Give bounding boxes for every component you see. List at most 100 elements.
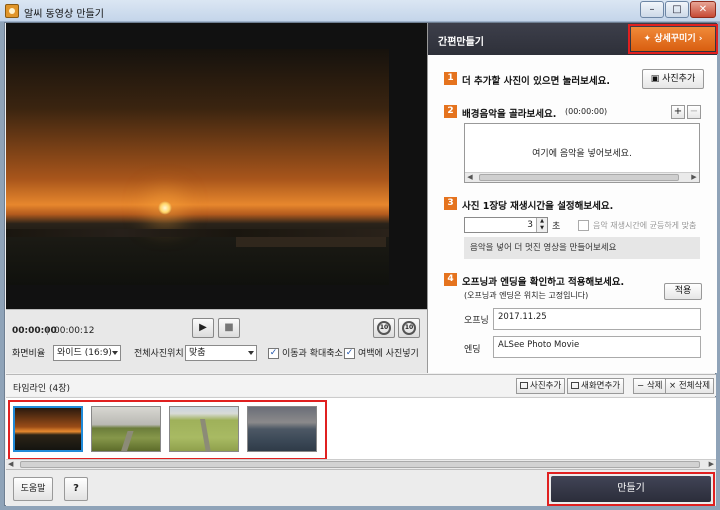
easy-make-panel: 간편만들기 ✦ 상세꾸미기 › 1 더 추가할 사진이 있으면 눌러보세요. ▣… xyxy=(427,23,718,373)
ratio-select-value: 와이드 (16:9) xyxy=(57,348,112,358)
seconds-value: 3 xyxy=(527,220,533,230)
seconds-unit: 초 xyxy=(552,222,561,232)
step-2-number: 2 xyxy=(444,105,457,118)
margin-photo-label: 여백에 사진넣기 xyxy=(358,349,419,359)
photo-path xyxy=(200,419,211,451)
ratio-select[interactable]: 와이드 (16:9) xyxy=(53,345,121,361)
timeline-photo-1[interactable] xyxy=(13,406,83,452)
step-3-label: 사진 1장당 재생시간을 설정해보세요. xyxy=(462,201,614,212)
chevron-down-icon xyxy=(112,351,118,355)
detail-edit-button[interactable]: ✦ 상세꾸미기 › xyxy=(631,27,715,51)
scroll-right-icon: ▶ xyxy=(708,460,714,468)
step-1-label: 더 추가할 사진이 있으면 눌러보세요. xyxy=(462,76,610,87)
add-photo-button[interactable]: ▣ 사진추가 xyxy=(642,69,704,89)
ending-label: 엔딩 xyxy=(464,345,481,355)
minus-icon: − xyxy=(637,381,647,391)
timeline-thumbnails xyxy=(6,397,716,460)
chevron-down-icon xyxy=(248,351,254,355)
footer: 도움말 ? 만들기 xyxy=(6,469,716,506)
preview-screen xyxy=(6,23,427,309)
photo-path xyxy=(120,431,134,451)
rewind-icon: 10 xyxy=(377,321,391,335)
screen-icon xyxy=(571,382,579,389)
add-music-button[interactable]: + xyxy=(671,105,685,119)
panel-header: 간편만들기 ✦ 상세꾸미기 › xyxy=(428,23,718,55)
fit-music-checkbox[interactable] xyxy=(578,220,589,231)
play-button[interactable]: ▶ xyxy=(192,318,214,338)
delete-all-button[interactable]: × 전체삭제 xyxy=(665,378,715,394)
chevron-right-icon: › xyxy=(695,34,703,44)
music-duration: (00:00:00) xyxy=(565,107,608,116)
preview-panel: 00:00:00 | 00:00:12 ▶ ■ 10 10 화면비율 와이드 (… xyxy=(6,23,427,373)
photo-icon xyxy=(520,382,528,389)
apply-button[interactable]: 적용 xyxy=(664,283,702,300)
scroll-right-icon: ▶ xyxy=(691,173,697,181)
help-button[interactable]: 도움말 xyxy=(13,477,53,501)
rewind-10-button[interactable]: 10 xyxy=(373,318,395,338)
maximize-button[interactable]: □ xyxy=(665,1,689,18)
wand-icon: ✦ xyxy=(643,34,655,44)
scroll-left-icon: ◀ xyxy=(467,173,473,181)
timeline-photo-3[interactable] xyxy=(169,406,239,452)
margin-photo-checkbox[interactable]: ✓ xyxy=(344,348,355,359)
timeline-add-photo-label: 사진추가 xyxy=(530,381,562,391)
panel-title: 간편만들기 xyxy=(438,37,484,48)
make-button[interactable]: 만들기 xyxy=(551,476,711,502)
scroll-thumb[interactable] xyxy=(20,461,700,468)
seconds-stepper[interactable]: 3 ▲ ▼ xyxy=(464,217,548,233)
timeline-toolbar: 타임라인 (4장) 사진추가 새화면추가 − 삭제 × 전체삭제 xyxy=(6,374,716,396)
new-screen-button[interactable]: 새화면추가 xyxy=(567,378,625,394)
move-zoom-label: 이동과 확대축소 xyxy=(282,349,343,359)
stop-button[interactable]: ■ xyxy=(218,318,240,338)
ratio-label: 화면비율 xyxy=(12,349,46,359)
total-time: 00:00:12 xyxy=(54,326,95,336)
detail-edit-label: 상세꾸미기 xyxy=(654,34,696,44)
question-button[interactable]: ? xyxy=(64,477,88,501)
fit-music-label: 음악 재생시간에 균등하게 맞춤 xyxy=(593,221,697,230)
add-photo-icon: ▣ xyxy=(650,74,663,84)
horizon xyxy=(6,229,389,237)
scroll-left-icon: ◀ xyxy=(8,460,14,468)
new-screen-label: 새화면추가 xyxy=(581,381,621,391)
remove-music-button[interactable]: − xyxy=(687,105,701,119)
app-icon xyxy=(5,4,19,18)
preview-photo-sunset xyxy=(6,49,389,285)
preview-controls: 00:00:00 | 00:00:12 ▶ ■ 10 10 화면비율 와이드 (… xyxy=(6,309,427,373)
move-zoom-checkbox[interactable]: ✓ xyxy=(268,348,279,359)
step-4-number: 4 xyxy=(444,273,457,286)
position-select-value: 맞춤 xyxy=(189,348,206,358)
opening-field[interactable]: 2017.11.25 xyxy=(493,308,701,330)
ending-field[interactable]: ALSee Photo Movie xyxy=(493,336,701,358)
delete-all-label: 전체삭제 xyxy=(678,381,711,391)
forward-icon: 10 xyxy=(402,321,416,335)
timeline-photo-4[interactable] xyxy=(247,406,317,452)
water xyxy=(236,237,386,247)
scroll-thumb[interactable] xyxy=(479,174,679,181)
timeline-photo-2[interactable] xyxy=(91,406,161,452)
current-time: 00:00:00 xyxy=(12,326,57,336)
music-list[interactable]: 여기에 음악을 넣어보세요. ◀ ▶ xyxy=(464,123,700,183)
step-1-number: 1 xyxy=(444,72,457,85)
timeline-scrollbar[interactable]: ◀ ▶ xyxy=(6,459,716,469)
music-placeholder: 여기에 음악을 넣어보세요. xyxy=(532,149,632,159)
step-4-sublabel: (오프닝과 엔딩은 위치는 고정입니다) xyxy=(464,291,589,300)
timeline-title: 타임라인 (4장) xyxy=(13,384,71,394)
delete-label: 삭제 xyxy=(646,381,663,391)
step-3-number: 3 xyxy=(444,197,457,210)
step-2-label: 배경음악을 골라보세요. xyxy=(462,109,557,120)
delete-button[interactable]: − 삭제 xyxy=(633,378,667,394)
forward-10-button[interactable]: 10 xyxy=(398,318,420,338)
title-bar: 알씨 동영상 만들기 – □ ✕ xyxy=(0,0,720,22)
step-4-label: 오프닝과 엔딩을 확인하고 적용해보세요. xyxy=(462,277,625,288)
timeline-add-photo-button[interactable]: 사진추가 xyxy=(516,378,566,394)
position-select[interactable]: 맞춤 xyxy=(185,345,257,361)
music-scrollbar[interactable]: ◀ ▶ xyxy=(465,172,699,182)
window-title: 알씨 동영상 만들기 xyxy=(24,9,104,20)
position-label: 전체사진위치 xyxy=(134,349,184,359)
opening-label: 오프닝 xyxy=(464,316,489,326)
close-button[interactable]: ✕ xyxy=(690,1,716,18)
stepper-arrows-icon[interactable]: ▲ ▼ xyxy=(536,218,547,232)
music-tip: 음악을 넣어 더 멋진 영상을 만들어보세요 xyxy=(464,237,700,259)
minimize-button[interactable]: – xyxy=(640,1,664,18)
app-window: 00:00:00 | 00:00:12 ▶ ■ 10 10 화면비율 와이드 (… xyxy=(4,22,718,506)
